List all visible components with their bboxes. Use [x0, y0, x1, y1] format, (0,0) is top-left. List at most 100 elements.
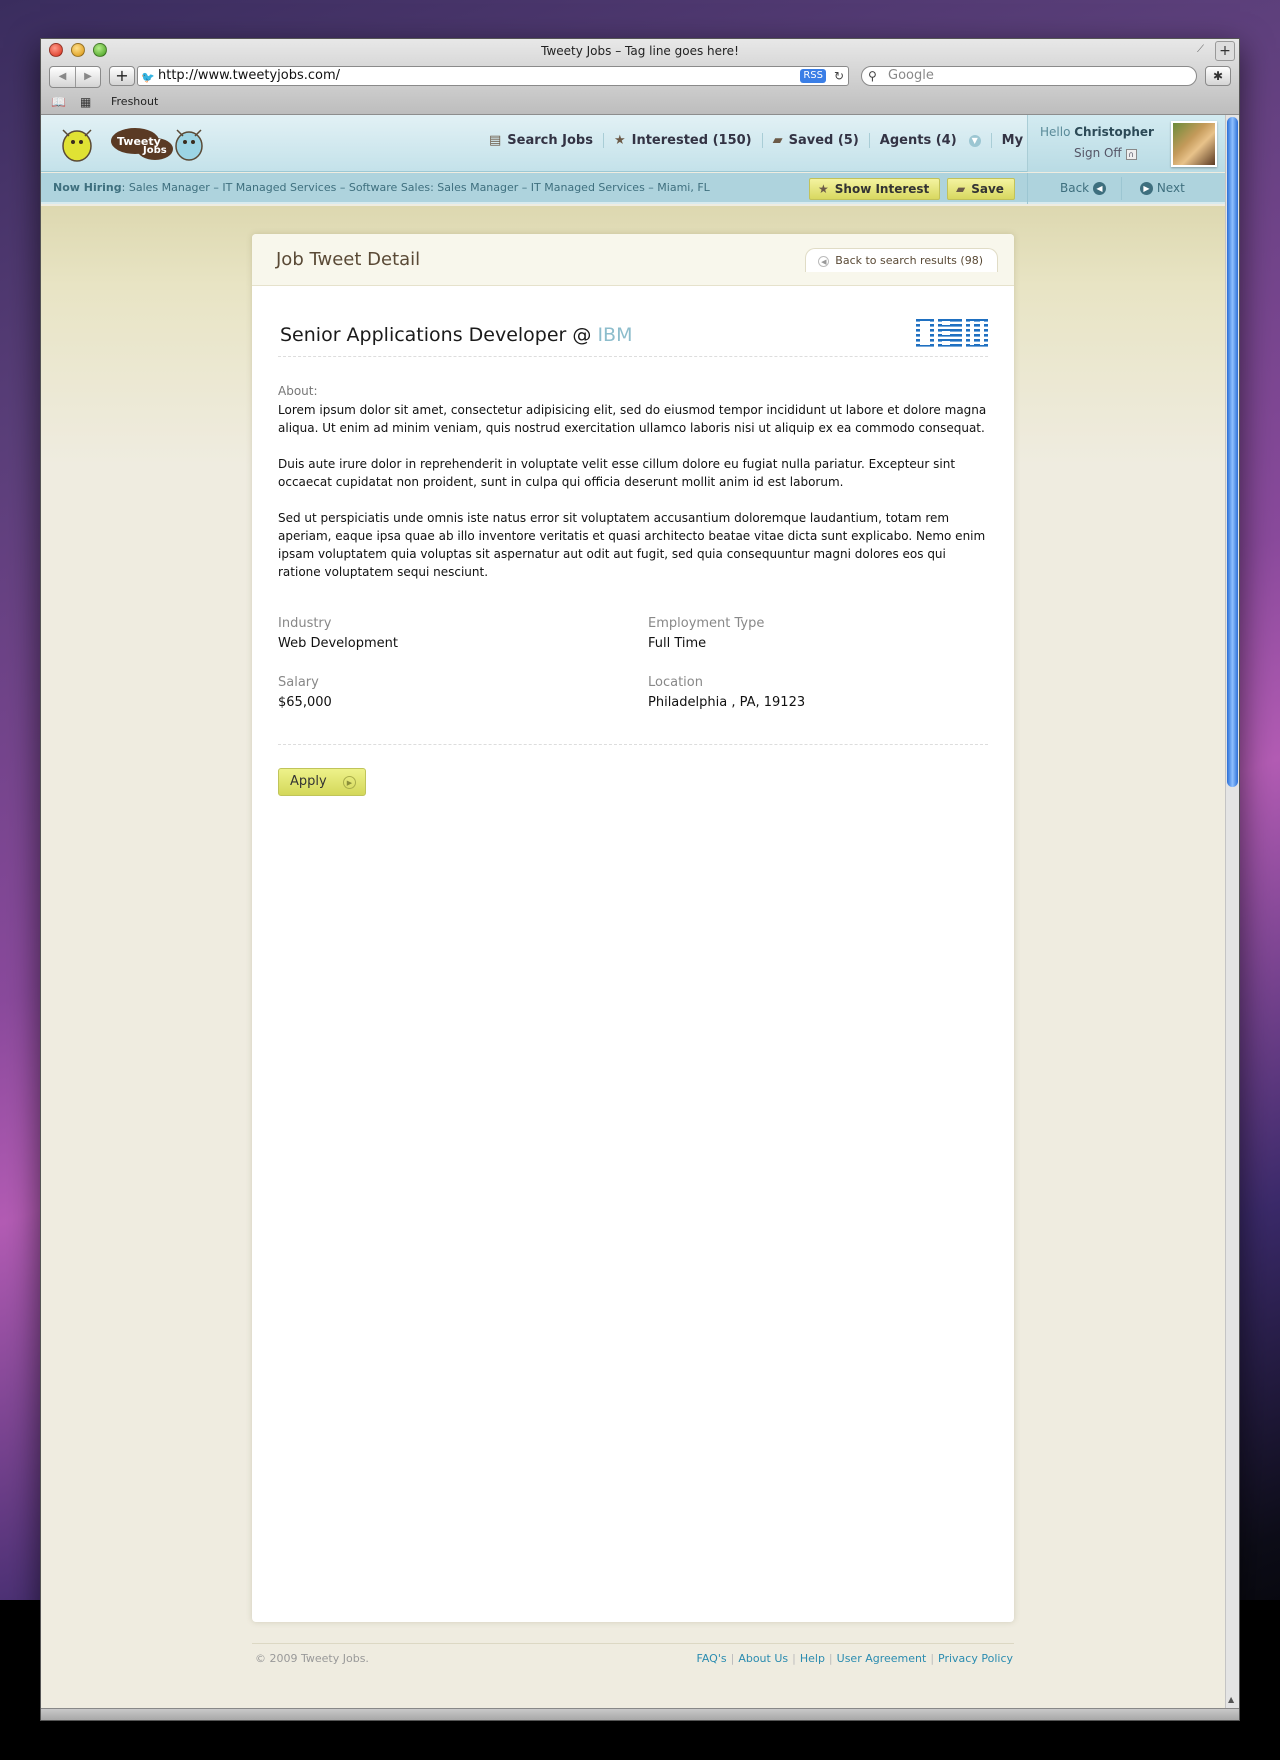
- nav-agents-label: Agents (4): [879, 133, 957, 148]
- nav-saved[interactable]: ▰ Saved (5): [761, 133, 869, 148]
- nav-search-jobs-label: Search Jobs: [507, 133, 593, 148]
- industry-label: Industry: [278, 616, 332, 631]
- bookmark-freshout[interactable]: Freshout: [111, 95, 158, 108]
- status-bar: [41, 1708, 1239, 1720]
- nav-agents[interactable]: Agents (4) ▼: [868, 133, 991, 148]
- about-text: Lorem ipsum dolor sit amet, consectetur …: [278, 401, 988, 599]
- browser-search-input[interactable]: ⚲ Google: [861, 66, 1197, 86]
- site-header: Tweety Jobs ▤ Search Jobs ★ Interested (…: [41, 115, 1227, 172]
- star-icon: ★: [818, 182, 829, 196]
- star-icon: ★: [613, 133, 626, 148]
- company-link[interactable]: IBM: [597, 324, 632, 346]
- footer-divider: [252, 1643, 1014, 1644]
- title-divider: [278, 356, 988, 357]
- apply-label: Apply: [290, 774, 327, 789]
- svg-text:Jobs: Jobs: [142, 145, 167, 156]
- user-name[interactable]: Christopher: [1074, 125, 1154, 139]
- job-title: Senior Applications Developer @ IBM: [280, 324, 632, 346]
- tweety-jobs-logo[interactable]: Tweety Jobs: [51, 120, 211, 166]
- nav-interested[interactable]: ★ Interested (150): [602, 133, 762, 148]
- forward-arrow-icon[interactable]: ▶: [75, 67, 100, 87]
- avatar[interactable]: [1171, 121, 1217, 167]
- show-interest-label: Show Interest: [834, 182, 930, 196]
- link-separator: |: [792, 1652, 796, 1665]
- now-hiring-text: : Sales Manager – IT Managed Services – …: [121, 181, 710, 194]
- sign-off-link[interactable]: Sign Off ∩: [1074, 146, 1137, 160]
- page-title: Job Tweet Detail: [276, 249, 421, 270]
- back-to-results-label: Back to search results (98): [835, 254, 983, 267]
- apply-button[interactable]: Apply ▶: [278, 768, 366, 796]
- rss-badge[interactable]: RSS: [800, 69, 826, 83]
- about-paragraph: Sed ut perspiciatis unde omnis iste natu…: [278, 511, 986, 579]
- browser-toolbar: ◀ ▶ + 🐦 http://www.tweetyjobs.com/ RSS ↻…: [41, 63, 1239, 91]
- save-button[interactable]: ▰ Save: [947, 178, 1015, 200]
- link-separator: |: [930, 1652, 935, 1665]
- footer-link-user-agreement[interactable]: User Agreement: [837, 1652, 927, 1665]
- location-label: Location: [648, 675, 703, 690]
- now-hiring-bar: Now Hiring: Sales Manager – IT Managed S…: [41, 173, 1227, 204]
- window-controls: [49, 43, 107, 57]
- save-label: Save: [971, 182, 1004, 196]
- salary-value: $65,000: [278, 695, 332, 710]
- link-separator: |: [730, 1652, 735, 1665]
- chevron-left-icon: ◀: [818, 255, 830, 267]
- employment-type-label: Employment Type: [648, 616, 765, 631]
- new-tab-button[interactable]: +: [1215, 41, 1235, 61]
- now-hiring-ticker[interactable]: Now Hiring: Sales Manager – IT Managed S…: [53, 181, 710, 194]
- link-separator: |: [828, 1652, 833, 1665]
- next-link[interactable]: ▶ Next: [1140, 181, 1185, 195]
- pager-divider: [1121, 177, 1122, 200]
- footer-link-help[interactable]: Help: [800, 1652, 825, 1665]
- nav-saved-label: Saved (5): [788, 133, 859, 148]
- back-to-results-link[interactable]: ◀ Back to search results (98): [805, 248, 998, 272]
- newspaper-icon: ▤: [489, 133, 502, 148]
- minimize-window-button[interactable]: [71, 43, 85, 57]
- footer-link-privacy[interactable]: Privacy Policy: [938, 1652, 1013, 1665]
- history-buttons: ◀ ▶: [49, 66, 101, 88]
- bug-report-icon[interactable]: ✱: [1205, 66, 1231, 86]
- nav-interested-label: Interested (150): [631, 133, 752, 148]
- job-title-text: Senior Applications Developer @: [280, 324, 592, 346]
- fields-divider: [278, 744, 988, 745]
- location-value: Philadelphia , PA, 19123: [648, 695, 806, 710]
- address-bar[interactable]: 🐦 http://www.tweetyjobs.com/ RSS ↻: [137, 66, 849, 86]
- about-paragraph: Lorem ipsum dolor sit amet, consectetur …: [278, 403, 987, 435]
- back-arrow-icon[interactable]: ◀: [50, 67, 75, 87]
- sign-off-label: Sign Off: [1074, 146, 1122, 160]
- scrollbar-thumb[interactable]: [1227, 117, 1238, 787]
- chevron-down-icon[interactable]: ▼: [968, 134, 981, 147]
- company-logo: [916, 319, 988, 347]
- add-bookmark-button[interactable]: +: [109, 66, 135, 86]
- main-nav: ▤ Search Jobs ★ Interested (150) ▰ Saved…: [479, 133, 1097, 148]
- browser-window: Tweety Jobs – Tag line goes here! ⟋ + ◀ …: [40, 38, 1240, 1721]
- nav-search-jobs[interactable]: ▤ Search Jobs: [479, 133, 603, 148]
- copyright: © 2009 Tweety Jobs.: [255, 1652, 369, 1665]
- toolbar-toggle-icon[interactable]: ⟋: [1197, 44, 1211, 58]
- chevron-right-icon: ▶: [1140, 182, 1153, 195]
- show-interest-button[interactable]: ★ Show Interest: [809, 178, 941, 200]
- bookmarks-bar: 📖 ▦ Freshout: [41, 91, 1239, 113]
- zoom-window-button[interactable]: [93, 43, 107, 57]
- chevron-left-icon: ◀: [1092, 182, 1106, 195]
- footer-link-about[interactable]: About Us: [738, 1652, 788, 1665]
- vertical-scrollbar[interactable]: ▲ ▼: [1225, 115, 1239, 1720]
- url-text: http://www.tweetyjobs.com/: [158, 68, 341, 83]
- grid-icon[interactable]: ▦: [80, 95, 91, 109]
- open-book-icon[interactable]: 📖: [51, 95, 66, 109]
- search-icon: ⚲: [868, 69, 877, 83]
- title-bar: Tweety Jobs – Tag line goes here! ⟋ +: [41, 39, 1239, 63]
- job-detail-card: Job Tweet Detail ◀ Back to search results…: [252, 234, 1014, 1622]
- about-paragraph: Duis aute irure dolor in reprehenderit i…: [278, 457, 956, 489]
- footer-links: FAQ's | About Us | Help | User Agreement | Priva…: [697, 1652, 1013, 1665]
- footer-link-faq[interactable]: FAQ's: [697, 1652, 727, 1665]
- scroll-up-icon[interactable]: ▲: [1228, 1695, 1234, 1704]
- lock-icon: ∩: [1125, 149, 1137, 160]
- now-hiring-label: Now Hiring: [53, 181, 122, 194]
- search-placeholder: Google: [888, 68, 934, 83]
- industry-value: Web Development: [278, 636, 398, 651]
- close-window-button[interactable]: [49, 43, 63, 57]
- window-title: Tweety Jobs – Tag line goes here!: [541, 44, 739, 58]
- salary-label: Salary: [278, 675, 319, 690]
- reload-icon[interactable]: ↻: [834, 67, 844, 85]
- back-link[interactable]: Back ◀: [1060, 181, 1106, 195]
